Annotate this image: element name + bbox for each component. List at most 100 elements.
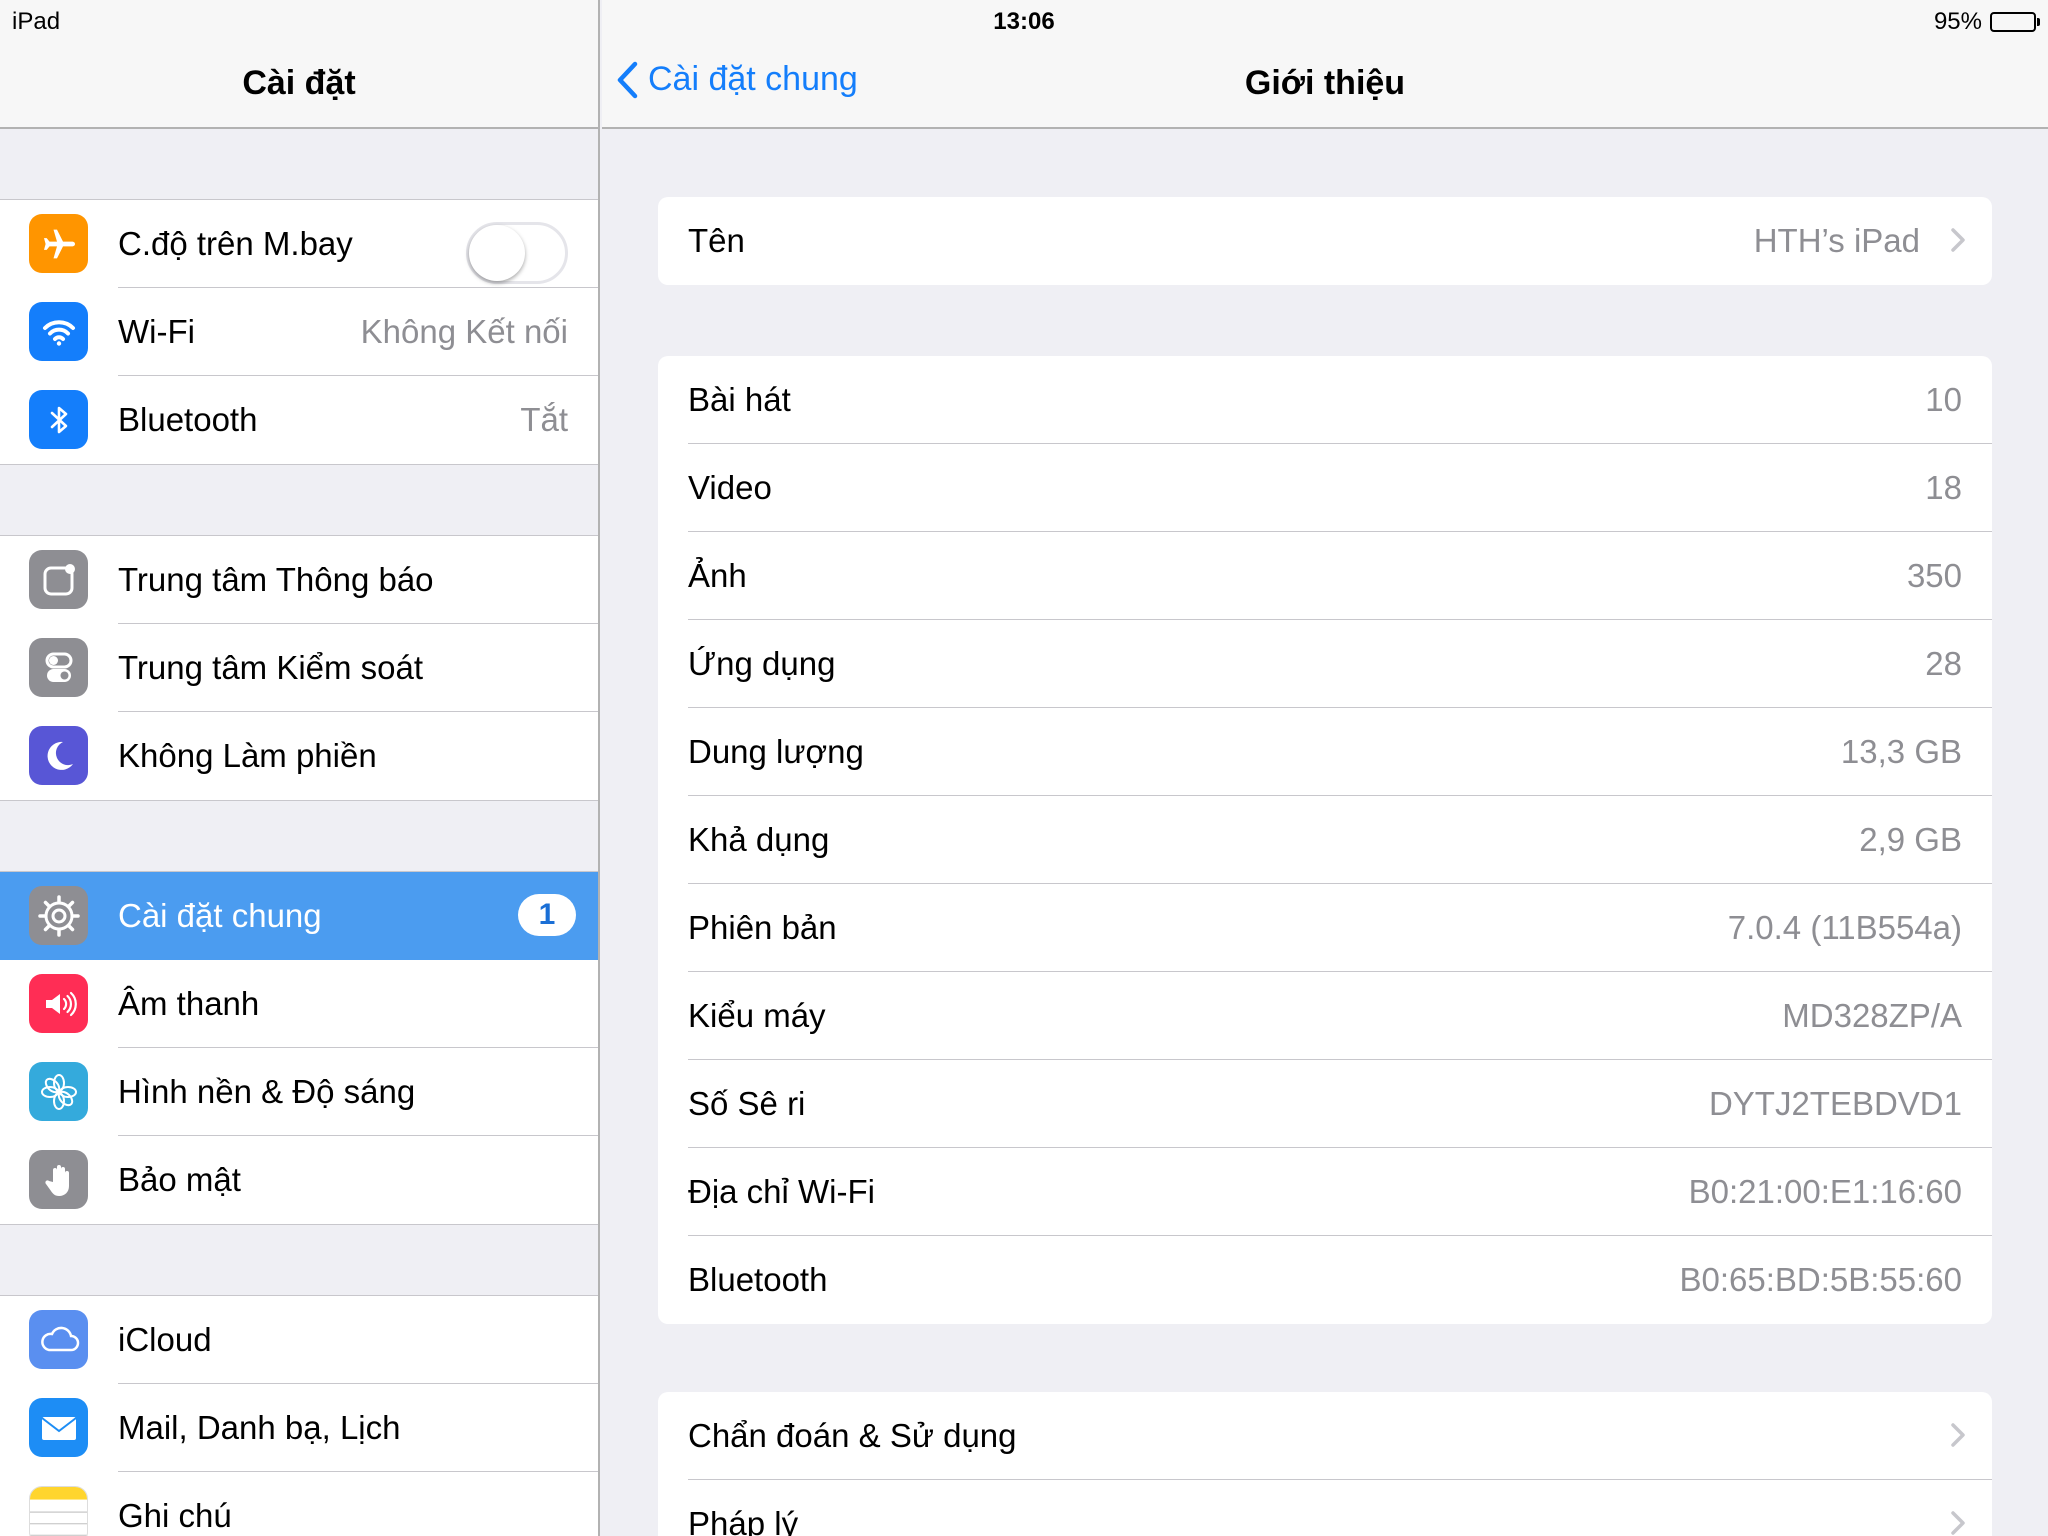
speaker-icon: [29, 974, 88, 1033]
settings-group: C.độ trên M.bay Wi-Fi Không Kết nối Bluetoo…: [0, 199, 598, 465]
sidebar-item-mail[interactable]: Mail, Danh bạ, Lịch: [0, 1384, 598, 1472]
link-row[interactable]: Pháp lý: [658, 1480, 1992, 1536]
info-value: 2,9 GB: [1859, 821, 1962, 858]
about-pane: Cài đặt chung Giới thiệu Tên HTH’s iPad …: [602, 0, 2048, 1536]
info-row: Bài hát 10: [658, 356, 1992, 444]
hand-icon: [29, 1150, 88, 1209]
sidebar-item-label: Ghi chú: [118, 1497, 232, 1534]
info-label: Địa chỉ Wi-Fi: [688, 1173, 875, 1210]
info-value: 10: [1925, 381, 1962, 418]
sidebar-item-label: Wi-Fi: [118, 313, 195, 350]
battery-status: 95%: [1933, 8, 2040, 36]
sidebar-item-label: Bảo mật: [118, 1161, 241, 1198]
info-value: B0:21:00:E1:16:60: [1688, 1173, 1962, 1210]
info-row: Ứng dụng 28: [658, 620, 1992, 708]
sidebar-item-wifi[interactable]: Wi-Fi Không Kết nối: [0, 288, 598, 376]
sidebar-item-cloud[interactable]: iCloud: [0, 1296, 598, 1384]
sidebar-item-label: Hình nền & Độ sáng: [118, 1073, 416, 1110]
sidebar-item-label: C.độ trên M.bay: [118, 225, 353, 262]
airplane-mode-toggle[interactable]: [466, 222, 568, 284]
sidebar-item-notification-center[interactable]: Trung tâm Thông báo: [0, 536, 598, 624]
sidebar-item-bluetooth[interactable]: Bluetooth Tắt: [0, 376, 598, 464]
info-value: 28: [1925, 645, 1962, 682]
link-label: Chẩn đoán & Sử dụng: [688, 1417, 1017, 1454]
link-label: Pháp lý: [688, 1505, 799, 1536]
sidebar-item-label: iCloud: [118, 1321, 212, 1358]
info-value: 13,3 GB: [1840, 733, 1962, 770]
info-row: Ảnh 350: [658, 532, 1992, 620]
info-value: DYTJ2TEBDVD1: [1708, 1085, 1962, 1122]
sidebar-item-airplane[interactable]: C.độ trên M.bay: [0, 200, 598, 288]
info-label: Bluetooth: [688, 1261, 828, 1298]
info-row: Bluetooth B0:65:BD:5B:55:60: [658, 1236, 1992, 1324]
info-row: Phiên bản 7.0.4 (11B554a): [658, 884, 1992, 972]
name-card: Tên HTH’s iPad: [658, 197, 1992, 285]
info-label: Kiểu máy: [688, 997, 826, 1034]
info-row: Kiểu máy MD328ZP/A: [658, 972, 1992, 1060]
name-value: HTH’s iPad: [1753, 222, 1920, 259]
sidebar-item-speaker[interactable]: Âm thanh: [0, 960, 598, 1048]
info-label: Ảnh: [688, 557, 747, 594]
chevron-right-icon: [1951, 1423, 1965, 1447]
bluetooth-icon: [29, 390, 88, 449]
info-label: Phiên bản: [688, 909, 837, 946]
sidebar-item-label: Không Làm phiền: [118, 737, 377, 774]
cloud-icon: [29, 1310, 88, 1369]
page-title: Giới thiệu: [1244, 64, 1406, 102]
sidebar-item-control-center[interactable]: Trung tâm Kiểm soát: [0, 624, 598, 712]
chevron-right-icon: [1951, 228, 1965, 252]
update-badge: 1: [518, 894, 576, 936]
clock: 13:06: [993, 8, 1055, 35]
sidebar-item-detail: Tắt: [520, 401, 568, 438]
notes-icon: [29, 1486, 88, 1536]
settings-sidebar: Cài đặt C.độ trên M.bay Wi-Fi Không Kết nố…: [0, 0, 600, 1536]
info-label: Video: [688, 469, 772, 506]
link-row[interactable]: Chẩn đoán & Sử dụng: [658, 1392, 1992, 1480]
name-row[interactable]: Tên HTH’s iPad: [658, 197, 1992, 285]
moon-icon: [29, 726, 88, 785]
settings-group: Cài đặt chung 1 Âm thanh Hình nền & Độ sáng…: [0, 871, 598, 1225]
sidebar-item-flower[interactable]: Hình nền & Độ sáng: [0, 1048, 598, 1136]
sidebar-title: Cài đặt: [242, 64, 356, 102]
gear-icon: [29, 886, 88, 945]
sidebar-item-label: Trung tâm Thông báo: [118, 561, 434, 598]
sidebar-item-label: Âm thanh: [118, 985, 260, 1022]
control-center-icon: [29, 638, 88, 697]
sidebar-item-label: Mail, Danh bạ, Lịch: [118, 1409, 401, 1446]
info-value: MD328ZP/A: [1782, 997, 1962, 1034]
info-value: 350: [1906, 557, 1962, 594]
sidebar-item-notes[interactable]: Ghi chú: [0, 1472, 598, 1536]
info-row: Video 18: [658, 444, 1992, 532]
status-bar: iPad 13:06 95%: [0, 0, 2048, 40]
sidebar-item-hand[interactable]: Bảo mật: [0, 1136, 598, 1224]
sidebar-item-detail: Không Kết nối: [360, 313, 568, 350]
links-card: Chẩn đoán & Sử dụng Pháp lý: [658, 1392, 1992, 1536]
info-label: Dung lượng: [688, 733, 864, 770]
info-label: Số Sê ri: [688, 1085, 806, 1122]
sidebar-item-label: Cài đặt chung: [118, 897, 322, 934]
sidebar-item-moon[interactable]: Không Làm phiền: [0, 712, 598, 800]
info-row: Số Sê ri DYTJ2TEBDVD1: [658, 1060, 1992, 1148]
name-label: Tên: [688, 222, 745, 259]
info-row: Địa chỉ Wi-Fi B0:21:00:E1:16:60: [658, 1148, 1992, 1236]
flower-icon: [29, 1062, 88, 1121]
settings-group: iCloud Mail, Danh bạ, Lịch Ghi chú: [0, 1295, 598, 1536]
info-value: 7.0.4 (11B554a): [1727, 909, 1962, 946]
notification-center-icon: [29, 550, 88, 609]
info-label: Bài hát: [688, 381, 791, 418]
battery-percent: 95%: [1933, 8, 1982, 35]
mail-icon: [29, 1398, 88, 1457]
sidebar-item-gear[interactable]: Cài đặt chung 1: [0, 872, 598, 960]
chevron-right-icon: [1951, 1511, 1965, 1535]
info-value: 18: [1925, 469, 1962, 506]
info-row: Dung lượng 13,3 GB: [658, 708, 1992, 796]
battery-icon: [1990, 12, 2040, 32]
sidebar-item-label: Bluetooth: [118, 401, 258, 438]
info-label: Khả dụng: [688, 821, 830, 858]
sidebar-item-label: Trung tâm Kiểm soát: [118, 649, 424, 686]
info-label: Ứng dụng: [688, 645, 836, 682]
